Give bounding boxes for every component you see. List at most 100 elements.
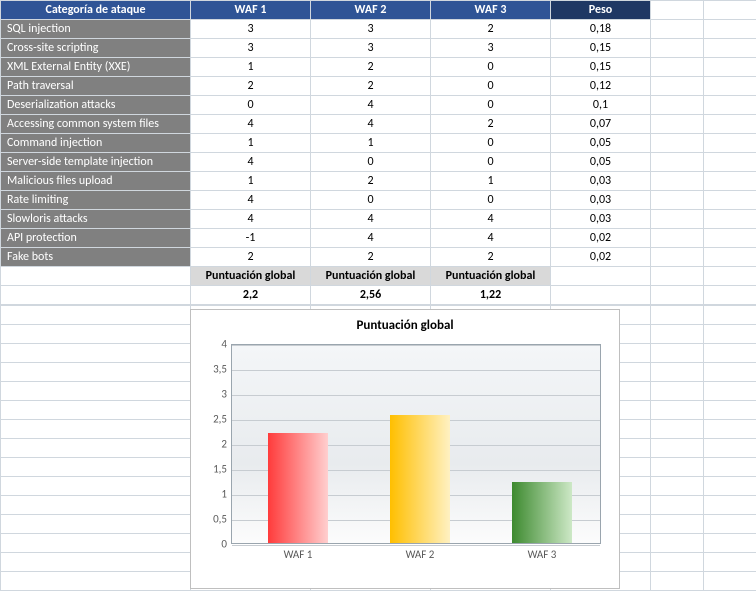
- cell-blank[interactable]: [704, 458, 756, 477]
- cell-category[interactable]: Rate limiting: [1, 191, 191, 210]
- cell-blank[interactable]: [704, 420, 756, 439]
- cell-waf1[interactable]: 2: [191, 248, 311, 267]
- cell-blank[interactable]: [704, 515, 756, 534]
- cell-blank[interactable]: [1, 515, 191, 534]
- cell-waf2[interactable]: 4: [311, 210, 431, 229]
- summary-label-w2[interactable]: Puntuación global: [311, 267, 431, 286]
- cell-waf2[interactable]: 2: [311, 172, 431, 191]
- cell-peso[interactable]: 0,05: [551, 134, 651, 153]
- cell-blank[interactable]: [704, 572, 756, 591]
- cell-waf3[interactable]: 0: [431, 153, 551, 172]
- cell-category[interactable]: API protection: [1, 229, 191, 248]
- cell-waf3[interactable]: 2: [431, 20, 551, 39]
- cell-peso[interactable]: 0,1: [551, 96, 651, 115]
- cell-blank[interactable]: [651, 439, 704, 458]
- cell-blank[interactable]: [1, 420, 191, 439]
- header-waf2[interactable]: WAF 2: [311, 1, 431, 20]
- cell-waf1[interactable]: 1: [191, 172, 311, 191]
- cell-blank[interactable]: [651, 420, 704, 439]
- cell-blank[interactable]: [704, 553, 756, 572]
- cell-blank[interactable]: [1, 344, 191, 363]
- cell-blank[interactable]: [651, 553, 704, 572]
- cell-blank[interactable]: [704, 248, 756, 267]
- cell-category[interactable]: Malicious files upload: [1, 172, 191, 191]
- cell-category[interactable]: Deserialization attacks: [1, 96, 191, 115]
- cell-blank[interactable]: [651, 96, 704, 115]
- cell-blank[interactable]: [1, 382, 191, 401]
- header-peso[interactable]: Peso: [551, 1, 651, 20]
- summary-label-w3[interactable]: Puntuación global: [431, 267, 551, 286]
- cell-category[interactable]: Fake bots: [1, 248, 191, 267]
- cell-blank[interactable]: [651, 1, 704, 20]
- cell-blank[interactable]: [1, 306, 191, 325]
- cell-category[interactable]: Command injection: [1, 134, 191, 153]
- chart-object[interactable]: Puntuación global WAF 1WAF 2WAF 3 00,511…: [190, 309, 620, 589]
- cell-waf3[interactable]: 4: [431, 210, 551, 229]
- cell-blank[interactable]: [704, 210, 756, 229]
- cell-waf2[interactable]: 0: [311, 191, 431, 210]
- cell-blank[interactable]: [704, 363, 756, 382]
- cell-waf3[interactable]: 0: [431, 58, 551, 77]
- cell-blank[interactable]: [651, 363, 704, 382]
- cell-peso[interactable]: 0,02: [551, 229, 651, 248]
- cell-blank[interactable]: [704, 1, 756, 20]
- cell-blank[interactable]: [704, 325, 756, 344]
- cell-blank[interactable]: [651, 58, 704, 77]
- cell-peso[interactable]: 0,03: [551, 210, 651, 229]
- cell-waf1[interactable]: -1: [191, 229, 311, 248]
- cell-waf2[interactable]: 2: [311, 248, 431, 267]
- cell-category[interactable]: Path traversal: [1, 77, 191, 96]
- cell-waf2[interactable]: 4: [311, 229, 431, 248]
- cell-blank[interactable]: [704, 77, 756, 96]
- summary-label-w1[interactable]: Puntuación global: [191, 267, 311, 286]
- cell-blank[interactable]: [651, 477, 704, 496]
- cell-waf2[interactable]: 4: [311, 115, 431, 134]
- cell-waf1[interactable]: 4: [191, 191, 311, 210]
- cell-blank[interactable]: [651, 248, 704, 267]
- cell-blank[interactable]: [704, 153, 756, 172]
- cell-peso[interactable]: 0,12: [551, 77, 651, 96]
- cell-waf1[interactable]: 4: [191, 210, 311, 229]
- cell-category[interactable]: Server-side template injection: [1, 153, 191, 172]
- cell-waf1[interactable]: 0: [191, 96, 311, 115]
- cell-waf1[interactable]: 4: [191, 153, 311, 172]
- cell-blank[interactable]: [651, 401, 704, 420]
- cell-blank[interactable]: [1, 286, 191, 305]
- cell-waf3[interactable]: 0: [431, 191, 551, 210]
- header-waf3[interactable]: WAF 3: [431, 1, 551, 20]
- cell-blank[interactable]: [1, 401, 191, 420]
- cell-waf1[interactable]: 1: [191, 134, 311, 153]
- cell-blank[interactable]: [651, 572, 704, 591]
- cell-waf2[interactable]: 1: [311, 134, 431, 153]
- cell-waf1[interactable]: 2: [191, 77, 311, 96]
- cell-blank[interactable]: [704, 534, 756, 553]
- cell-blank[interactable]: [704, 229, 756, 248]
- cell-waf2[interactable]: 2: [311, 77, 431, 96]
- header-waf1[interactable]: WAF 1: [191, 1, 311, 20]
- cell-blank[interactable]: [704, 191, 756, 210]
- summary-value-w1[interactable]: 2,2: [191, 286, 311, 305]
- cell-blank[interactable]: [704, 134, 756, 153]
- cell-peso[interactable]: 0,02: [551, 248, 651, 267]
- cell-blank[interactable]: [704, 20, 756, 39]
- cell-blank[interactable]: [651, 39, 704, 58]
- cell-blank[interactable]: [1, 572, 191, 591]
- cell-blank[interactable]: [704, 344, 756, 363]
- cell-blank[interactable]: [651, 115, 704, 134]
- cell-waf1[interactable]: 3: [191, 20, 311, 39]
- cell-blank[interactable]: [704, 477, 756, 496]
- cell-peso[interactable]: 0,15: [551, 58, 651, 77]
- cell-blank[interactable]: [704, 115, 756, 134]
- cell-category[interactable]: XML External Entity (XXE): [1, 58, 191, 77]
- summary-value-w2[interactable]: 2,56: [311, 286, 431, 305]
- cell-waf3[interactable]: 3: [431, 39, 551, 58]
- cell-blank[interactable]: [1, 458, 191, 477]
- cell-blank[interactable]: [704, 39, 756, 58]
- header-category[interactable]: Categoría de ataque: [1, 1, 191, 20]
- cell-waf3[interactable]: 1: [431, 172, 551, 191]
- cell-blank[interactable]: [704, 496, 756, 515]
- cell-blank[interactable]: [651, 134, 704, 153]
- cell-blank[interactable]: [651, 267, 704, 286]
- cell-blank[interactable]: [651, 344, 704, 363]
- cell-blank[interactable]: [1, 363, 191, 382]
